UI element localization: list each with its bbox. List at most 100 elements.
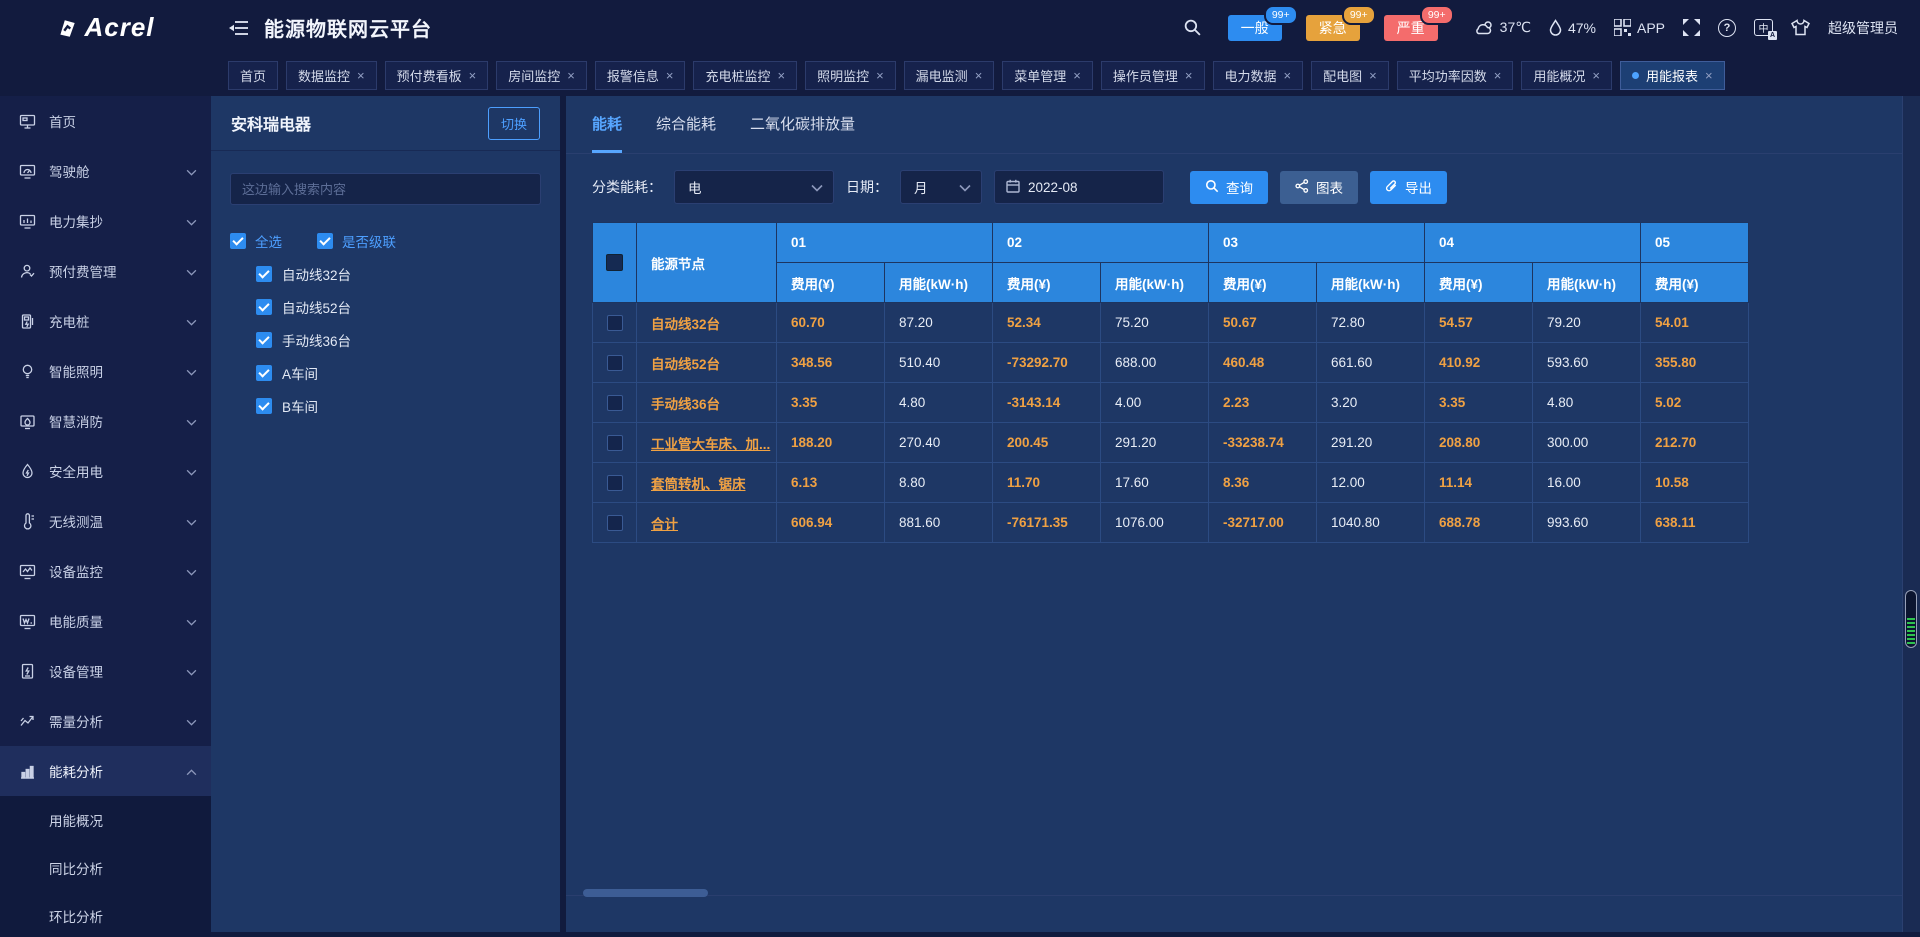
row-name-link[interactable]: 合计 <box>651 517 678 532</box>
hscrollbar-thumb[interactable] <box>583 889 708 897</box>
sidebar-item-驾驶舱[interactable]: 驾驶舱 <box>0 146 211 196</box>
report-tab-能耗[interactable]: 能耗 <box>592 113 622 153</box>
sidebar-item-智能照明[interactable]: 智能照明 <box>0 346 211 396</box>
checkbox-checked-icon <box>230 233 246 249</box>
close-icon[interactable]: × <box>777 68 785 83</box>
sidebar-item-充电桩[interactable]: 充电桩 <box>0 296 211 346</box>
tab-漏电监测[interactable]: 漏电监测× <box>904 61 995 90</box>
category-select[interactable]: 电 <box>674 170 834 204</box>
value-cell: 10.58 <box>1641 463 1749 503</box>
app-qr[interactable]: APP <box>1614 19 1665 36</box>
close-icon[interactable]: × <box>1705 68 1713 83</box>
close-icon[interactable]: × <box>357 68 365 83</box>
alarm-urgent-button[interactable]: 紧急99+ <box>1306 15 1360 41</box>
sidebar-item-首页[interactable]: 首页 <box>0 96 211 146</box>
report-tab-二氧化碳排放量[interactable]: 二氧化碳排放量 <box>750 113 855 153</box>
close-icon[interactable]: × <box>1284 68 1292 83</box>
tab-报警信息[interactable]: 报警信息× <box>595 61 686 90</box>
tab-电力数据[interactable]: 电力数据× <box>1213 61 1304 90</box>
humidity-icon <box>1549 19 1562 36</box>
tab-配电图[interactable]: 配电图× <box>1311 61 1389 90</box>
tab-平均功率因数[interactable]: 平均功率因数× <box>1397 61 1514 90</box>
calendar-icon <box>1006 179 1020 196</box>
fullscreen-icon[interactable] <box>1683 19 1700 36</box>
help-icon[interactable]: ? <box>1718 19 1736 37</box>
export-button[interactable]: 导出 <box>1370 171 1447 204</box>
theme-shirt-icon[interactable] <box>1791 19 1810 36</box>
sidebar-subitem-用能概况[interactable]: 用能概况 <box>0 796 211 844</box>
alarm-severe-button[interactable]: 严重99+ <box>1384 15 1438 41</box>
row-checkbox[interactable] <box>607 515 623 531</box>
tab-预付费看板[interactable]: 预付费看板× <box>385 61 489 90</box>
tree-node-自动线32台[interactable]: 自动线32台 <box>256 257 541 290</box>
close-icon[interactable]: × <box>975 68 983 83</box>
close-icon[interactable]: × <box>1494 68 1502 83</box>
sidebar-item-设备管理[interactable]: 设备管理 <box>0 646 211 696</box>
date-picker[interactable]: 2022-08 <box>994 170 1164 204</box>
close-icon[interactable]: × <box>666 68 674 83</box>
report-tab-综合能耗[interactable]: 综合能耗 <box>656 113 716 153</box>
close-icon[interactable]: × <box>1185 68 1193 83</box>
sidebar-item-电能质量[interactable]: 电能质量 <box>0 596 211 646</box>
period-select[interactable]: 月 <box>900 170 982 204</box>
table-header-checkbox[interactable] <box>606 254 623 271</box>
table-subheader-energy: 用能(kW·h) <box>1533 263 1641 303</box>
sidebar-item-电力集抄[interactable]: 电力集抄 <box>0 196 211 246</box>
close-icon[interactable]: × <box>469 68 477 83</box>
sidebar-item-安全用电[interactable]: 安全用电 <box>0 446 211 496</box>
sidebar-item-需量分析[interactable]: 需量分析 <box>0 696 211 746</box>
row-name-link[interactable]: 套筒转机、锯床 <box>651 477 746 492</box>
cascade-checkbox[interactable]: 是否级联 <box>317 231 396 251</box>
sidebar-item-设备监控[interactable]: 设备监控 <box>0 546 211 596</box>
row-checkbox[interactable] <box>607 355 623 371</box>
row-name-link[interactable]: 自动线52台 <box>651 357 720 372</box>
tab-用能概况[interactable]: 用能概况× <box>1521 61 1612 90</box>
tree-node-B车间[interactable]: B车间 <box>256 389 541 422</box>
row-checkbox[interactable] <box>607 475 623 491</box>
tab-充电桩监控[interactable]: 充电桩监控× <box>693 61 797 90</box>
row-name-link[interactable]: 自动线32台 <box>651 317 720 332</box>
tree-node-手动线36台[interactable]: 手动线36台 <box>256 323 541 356</box>
battery-widget[interactable] <box>1905 590 1917 648</box>
tab-首页[interactable]: 首页 <box>228 61 278 90</box>
row-checkbox[interactable] <box>607 315 623 331</box>
tab-label: 菜单管理 <box>1014 66 1066 85</box>
row-name-link[interactable]: 手动线36台 <box>651 397 720 412</box>
select-all-checkbox[interactable]: 全选 <box>230 231 282 251</box>
tab-操作员管理[interactable]: 操作员管理× <box>1101 61 1205 90</box>
sidebar-item-预付费管理[interactable]: 预付费管理 <box>0 246 211 296</box>
sidebar-subitem-同比分析[interactable]: 同比分析 <box>0 844 211 892</box>
row-name-link[interactable]: 工业管大车床、加... <box>651 437 770 452</box>
close-icon[interactable]: × <box>567 68 575 83</box>
row-checkbox[interactable] <box>607 395 623 411</box>
category-value: 电 <box>688 177 702 197</box>
row-name-cell: 套筒转机、锯床 <box>637 463 777 503</box>
close-icon[interactable]: × <box>1369 68 1377 83</box>
sidebar-subitem-环比分析[interactable]: 环比分析 <box>0 892 211 937</box>
tree-search-input[interactable] <box>230 173 541 205</box>
sidebar-item-能耗分析[interactable]: 能耗分析 <box>0 746 211 796</box>
chart-button[interactable]: 图表 <box>1280 171 1358 204</box>
tab-菜单管理[interactable]: 菜单管理 × <box>1002 61 1093 90</box>
alarm-general-button[interactable]: 一般99+ <box>1228 15 1282 41</box>
tab-房间监控[interactable]: 房间监控× <box>496 61 587 90</box>
close-icon[interactable]: × <box>1592 68 1600 83</box>
sidebar-item-智慧消防[interactable]: 智慧消防 <box>0 396 211 446</box>
query-button[interactable]: 查询 <box>1190 171 1268 204</box>
language-icon[interactable]: 中A <box>1754 19 1773 36</box>
close-icon[interactable]: × <box>1073 68 1081 83</box>
tree-node-A车间[interactable]: A车间 <box>256 356 541 389</box>
sidebar-item-label: 智能照明 <box>49 361 103 381</box>
close-icon[interactable]: × <box>876 68 884 83</box>
user-name[interactable]: 超级管理员 <box>1828 18 1898 38</box>
tab-用能报表[interactable]: 用能报表× <box>1620 61 1725 90</box>
sidebar-item-label: 电能质量 <box>49 611 103 631</box>
tab-数据监控[interactable]: 数据监控× <box>286 61 377 90</box>
search-icon[interactable] <box>1183 18 1202 37</box>
tab-照明监控[interactable]: 照明监控× <box>805 61 896 90</box>
tree-node-自动线52台[interactable]: 自动线52台 <box>256 290 541 323</box>
switch-button[interactable]: 切换 <box>488 107 540 140</box>
row-checkbox[interactable] <box>607 435 623 451</box>
sidebar-item-无线测温[interactable]: 无线测温 <box>0 496 211 546</box>
menu-collapse-icon[interactable] <box>229 20 248 36</box>
